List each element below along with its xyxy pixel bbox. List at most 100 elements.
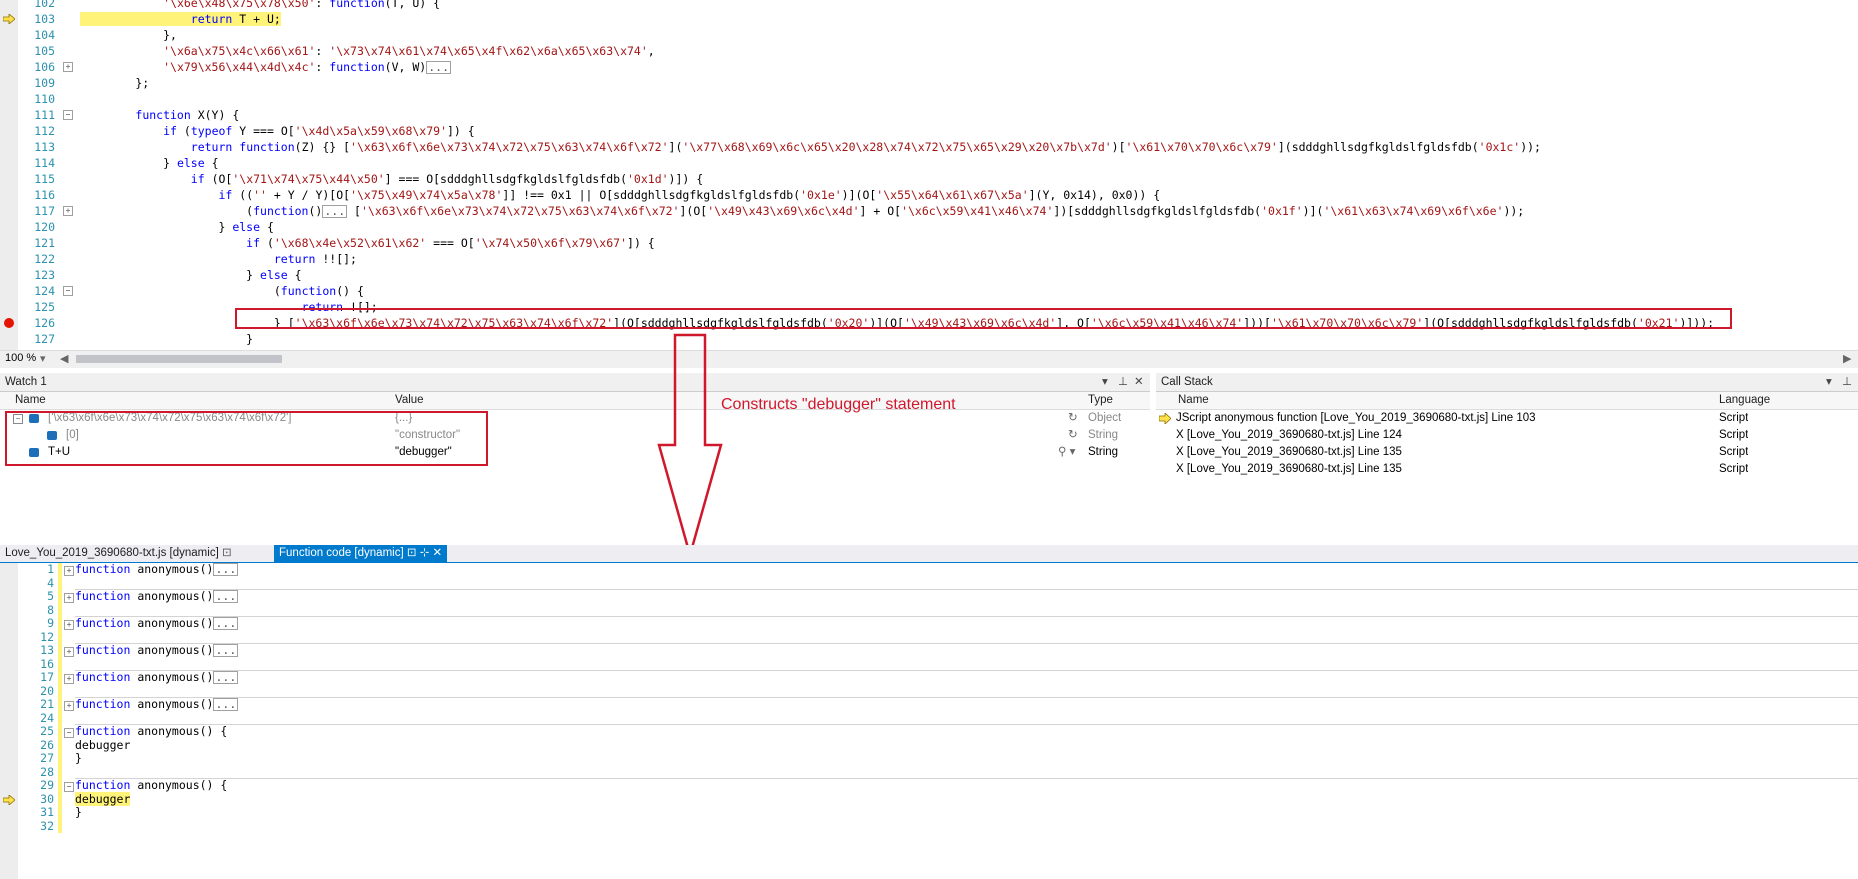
scroll-right-icon[interactable]: ▶ bbox=[1843, 352, 1851, 365]
line-number: 115 bbox=[34, 172, 55, 186]
float-icon[interactable]: ⊹ bbox=[420, 547, 430, 559]
code-text: function anonymous()... bbox=[75, 697, 239, 712]
code-text: function anonymous() { bbox=[75, 778, 227, 793]
line-number: 124 bbox=[34, 284, 55, 298]
code-text: if (O['\x71\x74\x75\x44\x50'] === O[sddd… bbox=[80, 171, 703, 187]
document-tab-strip: Love_You_2019_3690680-txt.js [dynamic] ⊡… bbox=[0, 545, 1858, 564]
pin-icon[interactable]: ⊥ bbox=[1118, 373, 1128, 391]
close-icon[interactable]: ✕ bbox=[433, 547, 443, 559]
code-text: } else { bbox=[80, 267, 301, 283]
collapsed-region[interactable]: ... bbox=[322, 205, 348, 218]
code-text: '\x6a\x75\x4c\x66\x61': '\x73\x74\x61\x7… bbox=[80, 43, 655, 59]
expand-icon[interactable]: + bbox=[64, 620, 74, 630]
code-line: 27} bbox=[0, 751, 1858, 766]
zoom-dropdown-icon[interactable]: ▾ bbox=[40, 352, 46, 365]
callstack-col-name[interactable]: Name bbox=[1178, 392, 1209, 409]
expand-icon[interactable]: + bbox=[64, 593, 74, 603]
line-number: 121 bbox=[34, 236, 55, 250]
pin-icon[interactable]: ⊡ bbox=[407, 547, 417, 559]
refresh-icon[interactable]: ↻ bbox=[1068, 427, 1078, 444]
code-text: } bbox=[75, 751, 82, 766]
code-line: 116 if (('' + Y / Y)[O['\x75\x49\x74\x5a… bbox=[0, 187, 1858, 203]
callstack-row-name: JScript anonymous function [Love_You_201… bbox=[1176, 412, 1536, 424]
horizontal-scrollbar-thumb[interactable] bbox=[76, 355, 282, 363]
pin-icon[interactable]: ⊥ bbox=[1842, 373, 1852, 391]
change-marker bbox=[58, 630, 62, 644]
highlight-box-watch bbox=[5, 411, 488, 466]
magnifier-icon[interactable]: ⚲ ▾ bbox=[1058, 444, 1075, 461]
refresh-icon[interactable]: ↻ bbox=[1068, 410, 1078, 427]
code-line: 1 + function anonymous()... bbox=[0, 562, 1858, 577]
watch-col-value[interactable]: Value bbox=[395, 392, 424, 409]
code-line: 115 if (O['\x71\x74\x75\x44\x50'] === O[… bbox=[0, 171, 1858, 187]
expand-icon[interactable]: + bbox=[64, 566, 74, 576]
code-text: function anonymous() { bbox=[75, 724, 227, 739]
code-text: function X(Y) { bbox=[80, 107, 239, 123]
line-number: 109 bbox=[34, 76, 55, 90]
code-content: '\x6e\x48\x75\x78\x50': function(T, U) { bbox=[163, 0, 441, 10]
change-marker bbox=[58, 819, 62, 833]
collapse-icon[interactable]: − bbox=[64, 728, 74, 738]
expand-icon[interactable]: + bbox=[64, 674, 74, 684]
tab-function-code[interactable]: Function code [dynamic] ⊡ ⊹ ✕ bbox=[274, 545, 448, 562]
callstack-row[interactable]: X [Love_You_2019_3690680-txt.js] Line 13… bbox=[1156, 444, 1858, 461]
watch-col-type[interactable]: Type bbox=[1088, 392, 1113, 409]
code-content: return !![]; bbox=[273, 252, 357, 266]
callstack-row[interactable]: X [Love_You_2019_3690680-txt.js] Line 13… bbox=[1156, 461, 1858, 476]
dropdown-icon[interactable]: ▾ bbox=[1826, 373, 1832, 391]
line-number: 5 bbox=[47, 589, 54, 603]
watch-row-type: String bbox=[1088, 446, 1119, 458]
collapsed-region[interactable]: ... bbox=[426, 61, 451, 74]
expand-icon[interactable]: + bbox=[63, 206, 73, 216]
collapsed-region[interactable]: ... bbox=[213, 563, 239, 576]
current-statement-arrow-icon bbox=[3, 14, 15, 24]
collapsed-region[interactable]: ... bbox=[213, 671, 239, 684]
code-line: 122 return !![]; bbox=[0, 251, 1858, 267]
collapse-icon[interactable]: − bbox=[63, 110, 73, 120]
collapsed-region[interactable]: ... bbox=[213, 698, 239, 711]
line-number: 25 bbox=[40, 724, 54, 738]
highlight-box-line-126 bbox=[235, 308, 1732, 329]
code-content: function anonymous() bbox=[75, 562, 214, 576]
callstack-row-language: Script bbox=[1719, 446, 1749, 458]
scroll-left-icon[interactable]: ◀ bbox=[60, 352, 68, 365]
top-code-editor[interactable]: 102 '\x6e\x48\x75\x78\x50': function(T, … bbox=[0, 0, 1858, 362]
collapsed-region[interactable]: ... bbox=[213, 644, 239, 657]
code-line: 12 bbox=[0, 630, 1858, 644]
code-line: 30 debugger bbox=[0, 791, 1858, 806]
collapsed-region[interactable]: ... bbox=[213, 617, 239, 630]
collapsed-region[interactable]: ... bbox=[213, 590, 239, 603]
callstack-row-name: X [Love_You_2019_3690680-txt.js] Line 12… bbox=[1176, 429, 1402, 441]
code-line: 103 return T + U; bbox=[0, 11, 1858, 27]
callstack-row[interactable]: X [Love_You_2019_3690680-txt.js] Line 12… bbox=[1156, 427, 1858, 444]
code-content: } else { bbox=[80, 220, 274, 234]
dropdown-icon[interactable]: ▾ bbox=[1102, 373, 1108, 391]
watch-col-name[interactable]: Name bbox=[15, 392, 46, 409]
code-text: } else { bbox=[80, 155, 218, 171]
collapse-icon[interactable]: − bbox=[63, 286, 73, 296]
line-number: 24 bbox=[40, 710, 54, 725]
change-marker bbox=[58, 563, 62, 577]
code-line: 127 } bbox=[0, 331, 1858, 347]
line-number: 17 bbox=[40, 670, 54, 684]
tab-love-you-js[interactable]: Love_You_2019_3690680-txt.js [dynamic] ⊡ bbox=[0, 545, 237, 562]
zoom-level[interactable]: 100 % bbox=[5, 352, 36, 364]
editor-status-bar: 100 % ▾ ◀ ▶ bbox=[0, 350, 1858, 368]
close-icon[interactable]: ✕ bbox=[1134, 373, 1144, 391]
code-line: 124− (function() { bbox=[0, 283, 1858, 299]
code-content: if (O['\x71\x74\x75\x44\x50'] === O[sddd… bbox=[190, 172, 704, 186]
callstack-row[interactable]: JScript anonymous function [Love_You_201… bbox=[1156, 410, 1858, 427]
breakpoint-icon[interactable] bbox=[4, 318, 14, 328]
pin-icon[interactable]: ⊡ bbox=[222, 547, 232, 559]
code-content: function anonymous() bbox=[75, 589, 214, 603]
function-code-editor[interactable]: 1 + function anonymous()... 4 5 + function ano… bbox=[0, 562, 1858, 879]
expand-icon[interactable]: + bbox=[63, 62, 73, 72]
change-marker bbox=[58, 657, 62, 671]
tab-label: Function code [dynamic] bbox=[279, 547, 404, 559]
line-number: 102 bbox=[34, 0, 55, 10]
collapse-icon[interactable]: − bbox=[64, 782, 74, 792]
expand-icon[interactable]: + bbox=[64, 647, 74, 657]
callstack-col-language[interactable]: Language bbox=[1719, 392, 1770, 409]
line-number: 9 bbox=[47, 616, 54, 630]
expand-icon[interactable]: + bbox=[64, 701, 74, 711]
